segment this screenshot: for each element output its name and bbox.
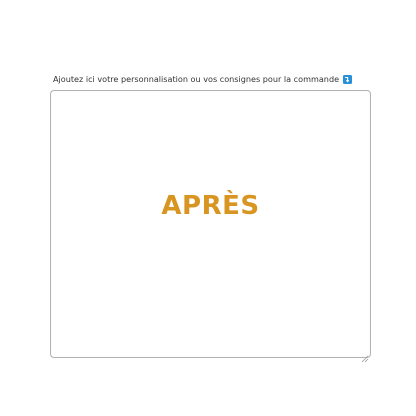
field-label: Ajoutez ici votre personnalisation ou vo… bbox=[53, 74, 340, 84]
page: Ajoutez ici votre personnalisation ou vo… bbox=[0, 0, 416, 416]
info-arrow-icon[interactable] bbox=[343, 74, 353, 84]
field-label-row: Ajoutez ici votre personnalisation ou vo… bbox=[53, 73, 353, 85]
resize-handle-icon[interactable] bbox=[361, 348, 369, 363]
customization-textarea[interactable]: APRÈS bbox=[50, 90, 371, 363]
after-label: APRÈS bbox=[161, 191, 260, 221]
